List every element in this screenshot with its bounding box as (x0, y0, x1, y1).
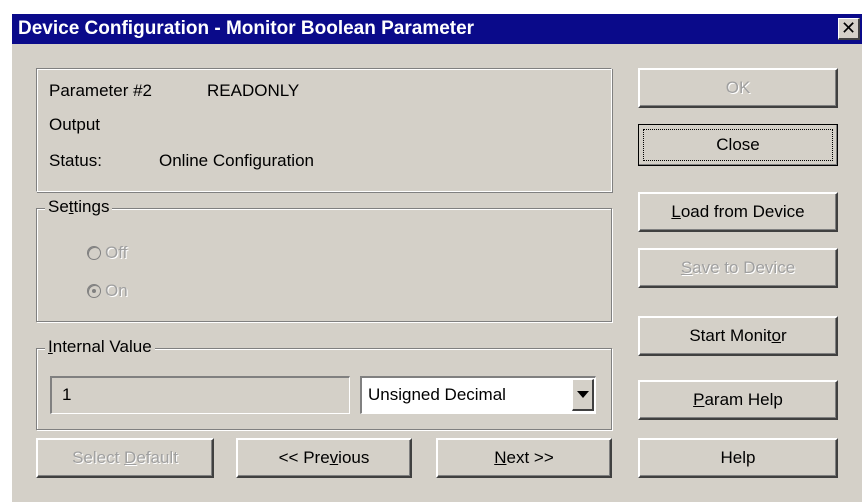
ok-button[interactable]: OK (638, 68, 838, 108)
select-default-label: Select Default (72, 448, 178, 467)
radio-on-label: On (105, 281, 128, 300)
start-monitor-label: Start Monitor (689, 326, 787, 345)
dropdown-arrow-button[interactable] (572, 379, 594, 411)
parameter-access: READONLY (207, 81, 300, 100)
parameter-number: Parameter #2 (49, 81, 152, 100)
param-help-label: Param Help (693, 390, 783, 409)
close-icon[interactable]: ✕ (838, 18, 860, 40)
radio-off[interactable]: Off (87, 243, 127, 263)
radio-on-circle (87, 284, 101, 298)
parameter-info-panel: Parameter #2 READONLY Output Status: Onl… (36, 68, 612, 192)
save-to-device-button[interactable]: Save to Device (638, 248, 838, 288)
internal-value-field: 1 (50, 376, 350, 414)
focus-indicator (643, 129, 833, 161)
previous-label: << Previous (278, 448, 370, 467)
status-label: Status: (49, 151, 102, 170)
start-monitor-button[interactable]: Start Monitor (638, 316, 838, 356)
load-from-device-label: Load from Device (671, 202, 805, 221)
load-from-device-button[interactable]: Load from Device (638, 192, 838, 232)
settings-legend: Settings (45, 197, 113, 217)
help-label: Help (720, 448, 756, 467)
settings-group: Settings Off On (36, 197, 612, 322)
select-default-button[interactable]: Select Default (36, 438, 214, 478)
radio-on[interactable]: On (87, 281, 128, 301)
next-button[interactable]: Next >> (436, 438, 612, 478)
next-label: Next >> (494, 448, 554, 467)
radio-off-circle (87, 246, 101, 260)
parameter-type: Output (49, 115, 101, 134)
status-value: Online Configuration (159, 151, 314, 170)
save-to-device-label: Save to Device (680, 258, 796, 277)
ok-label: OK (725, 78, 751, 97)
format-dropdown[interactable]: Unsigned Decimal (360, 376, 596, 414)
previous-button[interactable]: << Previous (236, 438, 412, 478)
internal-value-legend: Internal Value (45, 337, 155, 357)
dialog-window: Device Configuration - Monitor Boolean P… (10, 12, 862, 502)
format-selected-value: Unsigned Decimal (368, 385, 506, 404)
window-title: Device Configuration - Monitor Boolean P… (18, 18, 475, 39)
chevron-down-icon (577, 391, 589, 398)
title-bar[interactable]: Device Configuration - Monitor Boolean P… (12, 14, 862, 44)
help-button[interactable]: Help (638, 438, 838, 478)
close-button[interactable]: Close (638, 124, 838, 166)
radio-off-label: Off (105, 243, 128, 262)
param-help-button[interactable]: Param Help (638, 380, 838, 420)
radio-selected-dot (92, 289, 96, 293)
